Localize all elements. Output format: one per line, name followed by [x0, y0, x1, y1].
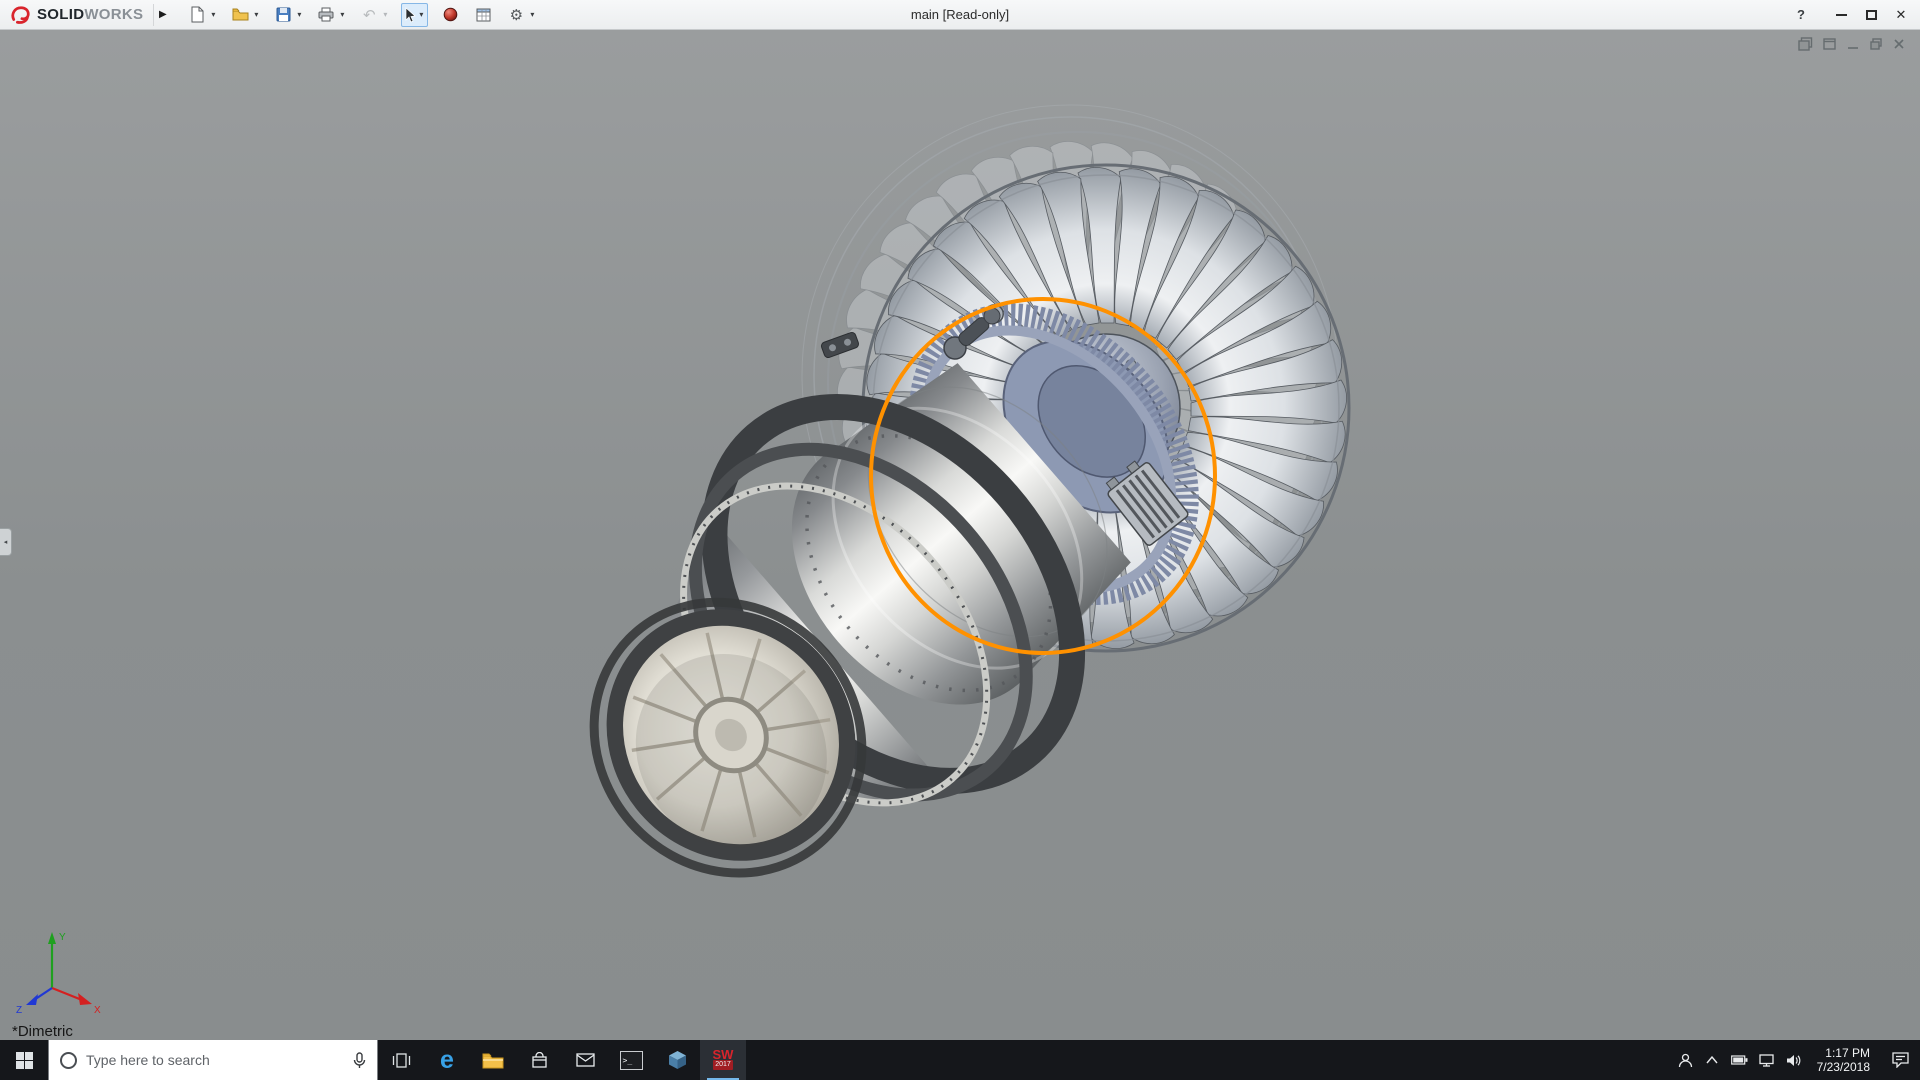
- help-button[interactable]: ?: [1786, 1, 1816, 29]
- triad-x-label: X: [94, 1005, 101, 1014]
- task-view-icon: [392, 1053, 411, 1068]
- taskbar-item-solidworks[interactable]: SW 2017: [700, 1040, 746, 1080]
- network-button[interactable]: [1753, 1040, 1780, 1080]
- microphone-icon[interactable]: [353, 1052, 366, 1069]
- doc-minimize-icon[interactable]: [1846, 37, 1860, 51]
- minimize-button[interactable]: [1826, 1, 1856, 29]
- hidden-icons-button[interactable]: [1699, 1040, 1726, 1080]
- close-button[interactable]: ✕: [1886, 1, 1916, 29]
- action-center-icon: [1892, 1052, 1909, 1068]
- console-icon: >_: [620, 1051, 643, 1070]
- jet-engine-model[interactable]: [493, 105, 1349, 981]
- print-caret[interactable]: ▾: [337, 10, 347, 19]
- triad-y-label: Y: [59, 932, 66, 943]
- people-icon: [1678, 1053, 1693, 1068]
- triad-z-label: Z: [16, 1005, 22, 1014]
- design-table-button[interactable]: [472, 3, 494, 27]
- action-center-button[interactable]: [1880, 1040, 1920, 1080]
- open-button[interactable]: [229, 3, 251, 27]
- mail-envelope-icon: [576, 1053, 595, 1067]
- task-view-button[interactable]: [378, 1040, 424, 1080]
- taskbar-item-edge[interactable]: e: [424, 1040, 470, 1080]
- windows-taskbar: e >_ SW 2017: [0, 1040, 1920, 1080]
- tray-time: 1:17 PM: [1825, 1046, 1870, 1060]
- open-folder-icon: [232, 7, 249, 22]
- solidworks-brand: SOLIDWORKS: [4, 5, 153, 25]
- open-caret[interactable]: ▾: [251, 10, 261, 19]
- 3ds-logo-icon: [10, 5, 32, 25]
- network-icon: [1759, 1054, 1774, 1067]
- search-input[interactable]: [86, 1052, 344, 1068]
- battery-icon: [1731, 1055, 1748, 1065]
- taskbar-search[interactable]: [48, 1040, 378, 1080]
- window-title: main [Read-only]: [911, 7, 1009, 22]
- store-bag-icon: [531, 1052, 548, 1069]
- save-caret[interactable]: ▾: [294, 10, 304, 19]
- select-tool-button[interactable]: ▾: [401, 3, 428, 27]
- cube-app-icon: [668, 1050, 687, 1070]
- maximize-button[interactable]: [1856, 1, 1886, 29]
- render-sphere-icon: [443, 7, 458, 22]
- file-explorer-icon: [482, 1052, 504, 1069]
- toolbar-flyout-button[interactable]: ▶: [153, 4, 171, 26]
- doc-cascade-icon[interactable]: [1822, 37, 1837, 51]
- design-table-icon: [476, 8, 491, 22]
- chevron-up-icon: [1706, 1056, 1718, 1064]
- options-button[interactable]: ⚙: [505, 3, 527, 27]
- cortana-icon: [60, 1052, 77, 1069]
- edge-icon: e: [440, 1048, 454, 1073]
- people-button[interactable]: [1672, 1040, 1699, 1080]
- clock[interactable]: 1:17 PM 7/23/2018: [1807, 1040, 1880, 1080]
- save-button[interactable]: [272, 3, 294, 27]
- battery-button[interactable]: [1726, 1040, 1753, 1080]
- main-toolbar: ▾ ▾ ▾: [177, 3, 537, 27]
- engine-model-canvas[interactable]: [0, 30, 1920, 1040]
- panel-collapse-tab[interactable]: ◂: [0, 528, 12, 556]
- new-document-caret[interactable]: ▾: [208, 10, 218, 19]
- windows-logo-icon: [16, 1052, 33, 1069]
- doc-restore-icon[interactable]: [1869, 37, 1883, 51]
- new-document-button[interactable]: [186, 3, 208, 27]
- graphics-viewport[interactable]: ◂ Y X Z *Dimetric: [0, 30, 1920, 1040]
- options-caret[interactable]: ▾: [527, 10, 537, 19]
- brand-text-works: WORKS: [84, 6, 143, 23]
- undo-button[interactable]: ↶: [358, 3, 380, 27]
- save-floppy-icon: [276, 7, 291, 22]
- window-controls: ? ✕: [1786, 1, 1916, 29]
- orientation-triad: Y X Z: [14, 918, 106, 1014]
- minimize-icon: [1836, 14, 1847, 16]
- brand-text-solid: SOLID: [37, 6, 84, 23]
- volume-icon: [1786, 1054, 1801, 1067]
- solidworks-app-icon: SW 2017: [713, 1050, 734, 1070]
- view-orientation-label: *Dimetric: [12, 1023, 73, 1040]
- print-button[interactable]: [315, 3, 337, 27]
- select-tool-caret[interactable]: ▾: [416, 10, 426, 19]
- taskbar-item-console[interactable]: >_: [608, 1040, 654, 1080]
- taskbar-item-store[interactable]: [516, 1040, 562, 1080]
- taskbar-item-mail[interactable]: [562, 1040, 608, 1080]
- print-icon: [318, 7, 334, 22]
- render-sphere-button[interactable]: [439, 3, 461, 27]
- taskbar-item-file-explorer[interactable]: [470, 1040, 516, 1080]
- start-button[interactable]: [0, 1040, 48, 1080]
- gear-icon: ⚙: [510, 6, 523, 24]
- select-cursor-icon: [403, 7, 416, 23]
- undo-caret[interactable]: ▾: [380, 10, 390, 19]
- titlebar: SOLIDWORKS ▶ ▾ ▾: [0, 0, 1920, 30]
- doc-new-window-icon[interactable]: [1798, 37, 1813, 51]
- document-window-controls: [1798, 37, 1906, 51]
- system-tray: 1:17 PM 7/23/2018: [1672, 1040, 1920, 1080]
- tray-date: 7/23/2018: [1817, 1060, 1870, 1074]
- new-document-icon: [190, 6, 205, 23]
- volume-button[interactable]: [1780, 1040, 1807, 1080]
- maximize-icon: [1866, 10, 1877, 20]
- doc-close-icon[interactable]: [1892, 37, 1906, 51]
- undo-icon: ↶: [363, 6, 376, 24]
- taskbar-item-cube-app[interactable]: [654, 1040, 700, 1080]
